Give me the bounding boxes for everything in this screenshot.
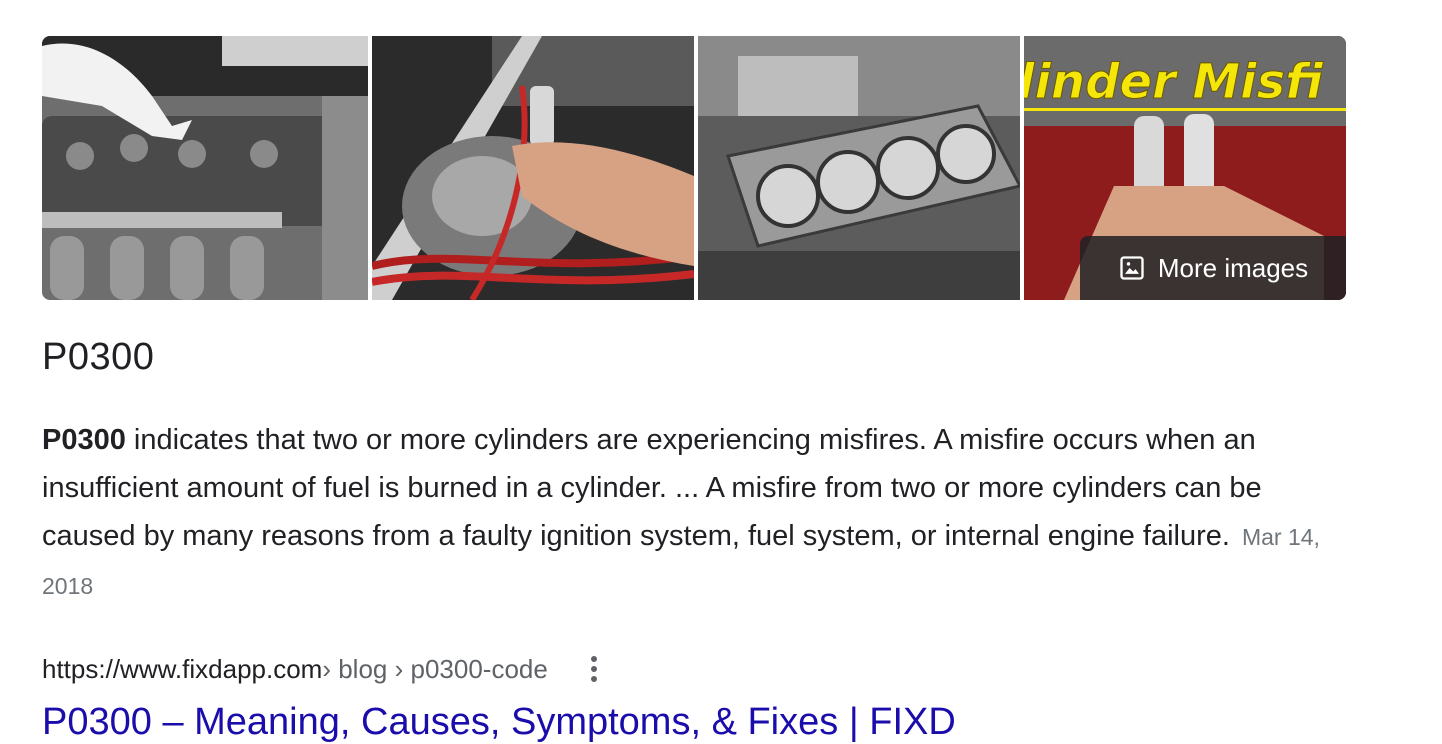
- snippet-body: indicates that two or more cylinders are…: [42, 424, 1262, 552]
- featured-snippet-text: P0300 indicates that two or more cylinde…: [42, 416, 1352, 610]
- result-source: https://www.fixdapp.com › blog › p0300-c…: [42, 650, 604, 688]
- more-images-button[interactable]: More images: [1080, 236, 1346, 300]
- source-breadcrumb: › blog › p0300-code: [322, 653, 548, 684]
- thumbnail-overlay-text: linder Misfi: [1024, 54, 1324, 110]
- spark-plug-wires-photo: [372, 36, 694, 300]
- image-strip: linder Misfi More images: [42, 36, 1346, 300]
- image-thumbnail-4[interactable]: linder Misfi More images: [1024, 36, 1346, 300]
- image-thumbnail-2[interactable]: [372, 36, 694, 300]
- snippet-bold-term: P0300: [42, 424, 126, 456]
- more-images-label: More images: [1157, 252, 1309, 283]
- result-title-link[interactable]: P0300 – Meaning, Causes, Symptoms, & Fix…: [42, 700, 956, 744]
- engine-coil-photo: [42, 36, 368, 300]
- image-thumbnail-1[interactable]: [42, 36, 368, 300]
- source-domain[interactable]: https://www.fixdapp.com: [42, 654, 322, 685]
- image-icon: [1118, 254, 1146, 282]
- featured-snippet-title: P0300: [42, 336, 155, 378]
- image-thumbnail-3[interactable]: [698, 36, 1020, 300]
- head-gasket-photo: [698, 36, 1020, 300]
- more-vert-icon[interactable]: [584, 652, 604, 686]
